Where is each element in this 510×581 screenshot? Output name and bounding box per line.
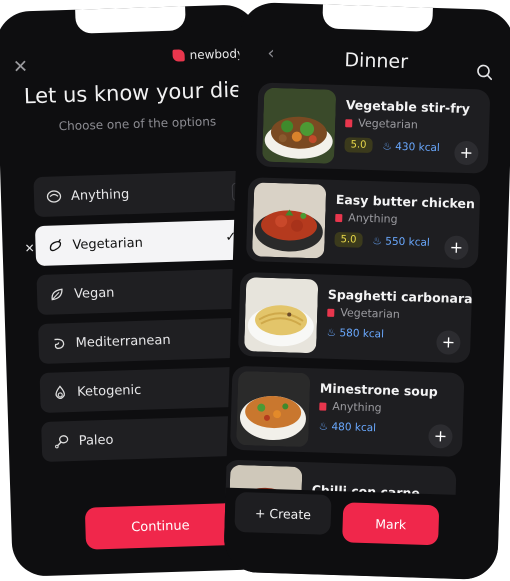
category-label: Vegetarian — [340, 306, 401, 321]
category-label: Vegetarian — [358, 116, 418, 132]
diet-option-label: Paleo — [78, 432, 114, 449]
kcal-value: 430 kcal — [395, 140, 440, 154]
dinner-screen: ‹ Dinner Vegetable stir-fry Vegetarian 5… — [223, 1, 510, 581]
create-button[interactable]: + Create — [234, 491, 332, 535]
tag-icon — [335, 213, 343, 222]
newbody-logo-icon — [172, 49, 185, 62]
close-icon[interactable]: ✕ — [13, 56, 29, 77]
recipe-name: Spaghetti carbonara — [327, 286, 473, 307]
diet-option-label: Mediterranean — [75, 332, 171, 351]
rating-badge: 5.0 — [344, 137, 373, 154]
recipe-photo-butter-chicken — [252, 182, 327, 259]
recipe-photo-minestrone — [236, 370, 311, 448]
rating-badge: 5.0 — [334, 231, 363, 248]
tag-icon — [345, 118, 353, 127]
recipe-meta: ♨ 580 kcal — [326, 327, 384, 341]
shrimp-icon — [50, 335, 66, 351]
diet-option-vegan[interactable]: Vegan — [36, 268, 254, 316]
recipe-card[interactable]: Easy butter chicken Anything 5.0 ♨ 550 k… — [245, 177, 481, 269]
tag-icon — [327, 308, 335, 317]
recipe-category: Anything — [335, 211, 398, 226]
phone-notch — [75, 4, 186, 34]
diet-option-mediterranean[interactable]: Mediterranean — [38, 317, 250, 365]
leaf-icon — [49, 286, 65, 302]
drumstick-icon — [53, 433, 69, 449]
recipe-photo-carbonara — [244, 277, 319, 354]
add-recipe-button[interactable]: + — [454, 140, 479, 166]
kcal-value: 480 kcal — [331, 420, 377, 435]
recipe-photo-stir-fry — [262, 87, 337, 164]
page-title: Let us know your diet — [23, 77, 251, 109]
diet-option-ketogenic[interactable]: Ketogenic — [39, 366, 251, 414]
diet-option-anything[interactable]: Anything — [33, 170, 251, 218]
onion-icon — [52, 384, 68, 400]
recipe-category: Vegetarian — [327, 306, 400, 321]
recipe-name: Minestrone soup — [319, 380, 438, 400]
recipe-card[interactable]: Vegetable stir-fry Vegetarian 5.0 ♨ 430 … — [255, 82, 491, 174]
kcal-label: ♨ 480 kcal — [318, 420, 377, 435]
diet-option-label: Anything — [70, 186, 130, 204]
recipe-category: Anything — [319, 399, 382, 415]
page-subtitle: Choose one of the options — [58, 114, 217, 134]
phone-notch — [322, 2, 433, 32]
recipe-card[interactable]: Spaghetti carbonara Vegetarian ♨ 580 kca… — [237, 271, 473, 364]
search-icon[interactable] — [476, 63, 497, 84]
eggplant-icon — [47, 237, 63, 253]
category-label: Anything — [332, 399, 382, 415]
recipe-name: Vegetable stir-fry — [345, 97, 471, 117]
kcal-value: 550 kcal — [385, 234, 431, 249]
recipe-meta: 5.0 ♨ 550 kcal — [334, 231, 431, 250]
add-recipe-button[interactable]: + — [428, 423, 453, 449]
kcal-label: ♨ 550 kcal — [372, 234, 431, 249]
mark-button[interactable]: Mark — [342, 502, 440, 546]
continue-button[interactable]: Continue — [84, 502, 237, 550]
kcal-value: 580 kcal — [339, 327, 385, 341]
kcal-label: ♨ 580 kcal — [326, 326, 385, 341]
add-recipe-button[interactable]: + — [444, 235, 469, 261]
recipe-meta: 5.0 ♨ 430 kcal — [344, 137, 440, 155]
page-title: Dinner — [344, 49, 409, 74]
diet-option-vegetarian[interactable]: Vegetarian ✓ — [34, 219, 247, 267]
kcal-label: ♨ 430 kcal — [382, 139, 440, 154]
diet-option-label: Ketogenic — [76, 382, 142, 400]
plate-icon — [46, 188, 62, 204]
recipe-name: Easy butter chicken — [335, 191, 476, 212]
category-label: Anything — [348, 211, 398, 226]
tag-icon — [319, 401, 327, 411]
close-icon[interactable]: ✕ — [24, 241, 34, 255]
diet-option-label: Vegetarian — [72, 235, 144, 253]
diet-option-paleo[interactable]: Paleo — [41, 415, 253, 462]
brand: newbody — [172, 46, 244, 62]
diet-option-label: Vegan — [73, 285, 115, 302]
recipe-card[interactable]: Minestrone soup Anything ♨ 480 kcal + — [229, 365, 465, 457]
recipe-category: Vegetarian — [345, 116, 418, 131]
add-recipe-button[interactable]: + — [436, 330, 461, 355]
brand-name: newbody — [189, 46, 245, 63]
recipe-meta: ♨ 480 kcal — [319, 420, 377, 434]
